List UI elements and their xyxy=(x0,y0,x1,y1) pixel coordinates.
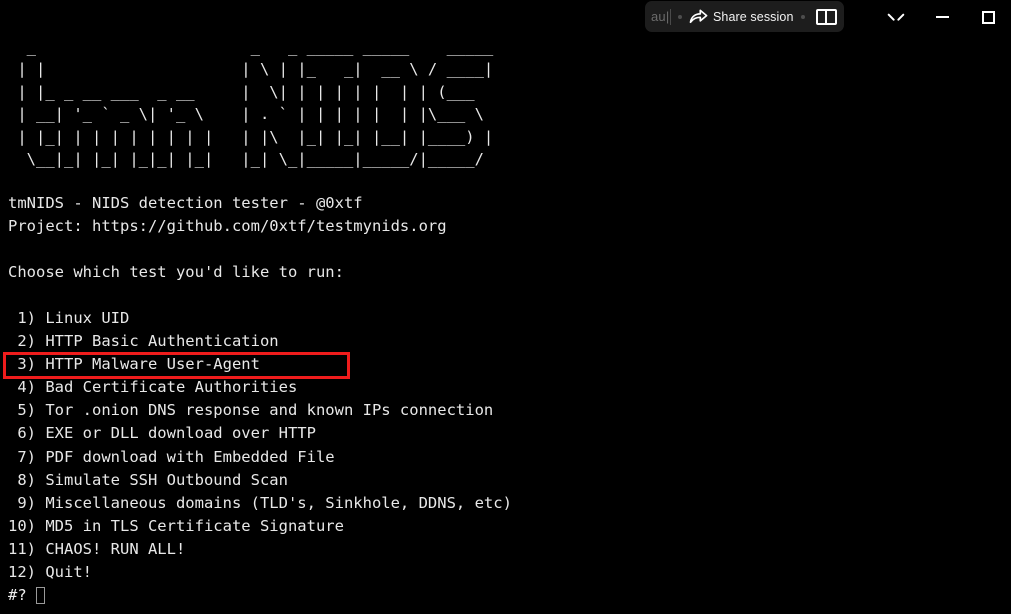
minimize-button[interactable] xyxy=(919,0,965,34)
menu-item-7[interactable]: 7) PDF download with Embedded File xyxy=(8,446,512,469)
menu-item-8[interactable]: 8) Simulate SSH Outbound Scan xyxy=(8,469,512,492)
share-session-label: Share session xyxy=(713,9,794,24)
window-controls xyxy=(873,0,1011,34)
split-pane-icon[interactable] xyxy=(815,8,837,25)
program-info: tmNIDS - NIDS detection tester - @0xtf P… xyxy=(8,192,447,238)
share-arrow-icon[interactable] xyxy=(689,8,708,25)
menu-item-12[interactable]: 12) Quit! xyxy=(8,561,512,584)
command-prompt-line[interactable]: #? xyxy=(8,584,45,607)
menu-item-6[interactable]: 6) EXE or DLL download over HTTP xyxy=(8,422,512,445)
ascii-art-banner: _ _ _ _____ _____ _____ | | | \ | |_ _| … xyxy=(17,38,494,169)
maximize-button[interactable] xyxy=(965,0,1011,34)
command-prompt-symbol: #? xyxy=(8,586,27,604)
chevron-down-icon xyxy=(890,13,903,21)
menu-item-11[interactable]: 11) CHAOS! RUN ALL! xyxy=(8,538,512,561)
minimize-icon xyxy=(935,16,949,18)
pill-separator-dot xyxy=(678,14,682,19)
menu-item-2[interactable]: 2) HTTP Basic Authentication xyxy=(8,330,512,353)
menu-item-5[interactable]: 5) Tor .onion DNS response and known IPs… xyxy=(8,399,512,422)
pill-separator-dot-2 xyxy=(800,14,805,19)
program-title-line: tmNIDS - NIDS detection tester - @0xtf xyxy=(8,194,363,212)
menu-item-10[interactable]: 10) MD5 in TLS Certificate Signature xyxy=(8,515,512,538)
chevron-down-button[interactable] xyxy=(873,0,919,34)
clipped-button-label[interactable]: au| xyxy=(651,8,671,25)
terminal-window[interactable]: _ _ _ _____ _____ _____ | | | \ | |_ _| … xyxy=(0,0,1011,614)
maximize-icon xyxy=(981,10,995,24)
menu-item-3[interactable]: 3) HTTP Malware User-Agent xyxy=(8,353,512,376)
text-cursor xyxy=(35,587,45,604)
menu-prompt-question: Choose which test you'd like to run: xyxy=(8,263,344,281)
menu-item-1[interactable]: 1) Linux UID xyxy=(8,307,512,330)
overlay-toolbar: au| Share session xyxy=(0,0,1011,40)
share-session-pill[interactable]: au| Share session xyxy=(645,1,844,32)
test-menu-list: 1) Linux UID 2) HTTP Basic Authenticatio… xyxy=(8,307,512,584)
menu-item-9[interactable]: 9) Miscellaneous domains (TLD's, Sinkhol… xyxy=(8,492,512,515)
menu-item-4[interactable]: 4) Bad Certificate Authorities xyxy=(8,376,512,399)
project-url-line: Project: https://github.com/0xtf/testmyn… xyxy=(8,217,447,235)
